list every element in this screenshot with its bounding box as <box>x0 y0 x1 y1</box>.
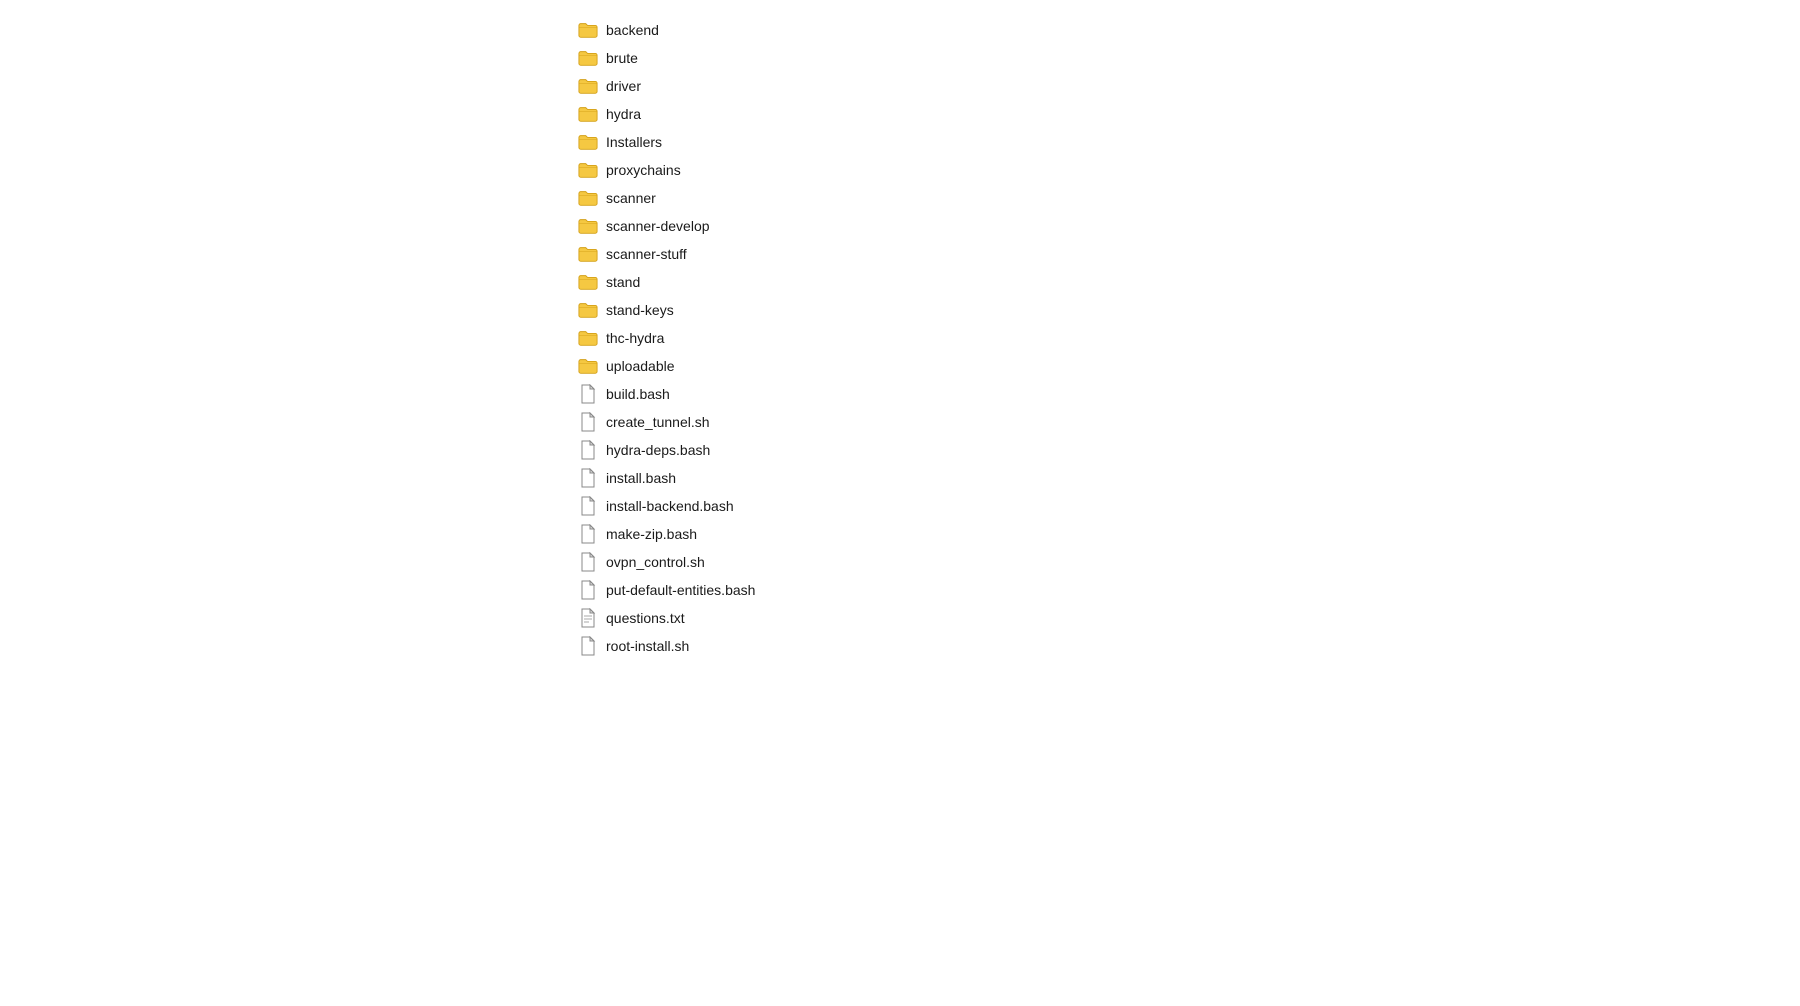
folder-icon <box>578 49 598 67</box>
item-name: backend <box>606 22 659 38</box>
item-name: scanner-stuff <box>606 246 687 262</box>
list-item[interactable]: build.bash <box>570 380 1800 408</box>
list-item[interactable]: root-install.sh <box>570 632 1800 660</box>
list-item[interactable]: create_tunnel.sh <box>570 408 1800 436</box>
item-name: stand-keys <box>606 302 674 318</box>
list-item[interactable]: questions.txt <box>570 604 1800 632</box>
item-name: hydra-deps.bash <box>606 442 710 458</box>
item-name: install-backend.bash <box>606 498 734 514</box>
folder-icon <box>578 77 598 95</box>
list-item[interactable]: proxychains <box>570 156 1800 184</box>
folder-icon <box>578 357 598 375</box>
list-item[interactable]: backend <box>570 16 1800 44</box>
item-name: ovpn_control.sh <box>606 554 705 570</box>
file-icon <box>578 553 598 571</box>
folder-icon <box>578 161 598 179</box>
list-item[interactable]: driver <box>570 72 1800 100</box>
item-name: make-zip.bash <box>606 526 697 542</box>
item-name: hydra <box>606 106 641 122</box>
file-icon <box>578 637 598 655</box>
list-item[interactable]: install-backend.bash <box>570 492 1800 520</box>
list-item[interactable]: scanner <box>570 184 1800 212</box>
file-icon <box>578 413 598 431</box>
list-item[interactable]: brute <box>570 44 1800 72</box>
item-name: scanner-develop <box>606 218 710 234</box>
list-item[interactable]: hydra-deps.bash <box>570 436 1800 464</box>
item-name: driver <box>606 78 641 94</box>
item-name: questions.txt <box>606 610 685 626</box>
list-item[interactable]: stand-keys <box>570 296 1800 324</box>
list-item[interactable]: put-default-entities.bash <box>570 576 1800 604</box>
list-item[interactable]: Installers <box>570 128 1800 156</box>
list-item[interactable]: scanner-stuff <box>570 240 1800 268</box>
item-name: uploadable <box>606 358 675 374</box>
list-item[interactable]: stand <box>570 268 1800 296</box>
list-item[interactable]: uploadable <box>570 352 1800 380</box>
folder-icon <box>578 21 598 39</box>
item-name: create_tunnel.sh <box>606 414 710 430</box>
file-icon <box>578 581 598 599</box>
file-icon <box>578 469 598 487</box>
folder-icon <box>578 189 598 207</box>
list-item[interactable]: install.bash <box>570 464 1800 492</box>
item-name: install.bash <box>606 470 676 486</box>
file-icon <box>578 385 598 403</box>
file-icon <box>578 441 598 459</box>
item-name: scanner <box>606 190 656 206</box>
folder-icon <box>578 329 598 347</box>
folder-icon <box>578 217 598 235</box>
item-name: proxychains <box>606 162 681 178</box>
item-name: thc-hydra <box>606 330 664 346</box>
list-item[interactable]: scanner-develop <box>570 212 1800 240</box>
list-item[interactable]: hydra <box>570 100 1800 128</box>
item-name: put-default-entities.bash <box>606 582 755 598</box>
list-item[interactable]: make-zip.bash <box>570 520 1800 548</box>
file-icon <box>578 497 598 515</box>
item-name: build.bash <box>606 386 670 402</box>
item-name: stand <box>606 274 640 290</box>
folder-icon <box>578 273 598 291</box>
folder-icon <box>578 245 598 263</box>
folder-icon <box>578 301 598 319</box>
folder-icon <box>578 133 598 151</box>
text-file-icon <box>578 609 598 627</box>
file-list: backend brute driver hydra <box>0 0 1800 676</box>
item-name: Installers <box>606 134 662 150</box>
item-name: root-install.sh <box>606 638 689 654</box>
list-item[interactable]: thc-hydra <box>570 324 1800 352</box>
item-name: brute <box>606 50 638 66</box>
file-icon <box>578 525 598 543</box>
list-item[interactable]: ovpn_control.sh <box>570 548 1800 576</box>
folder-icon <box>578 105 598 123</box>
